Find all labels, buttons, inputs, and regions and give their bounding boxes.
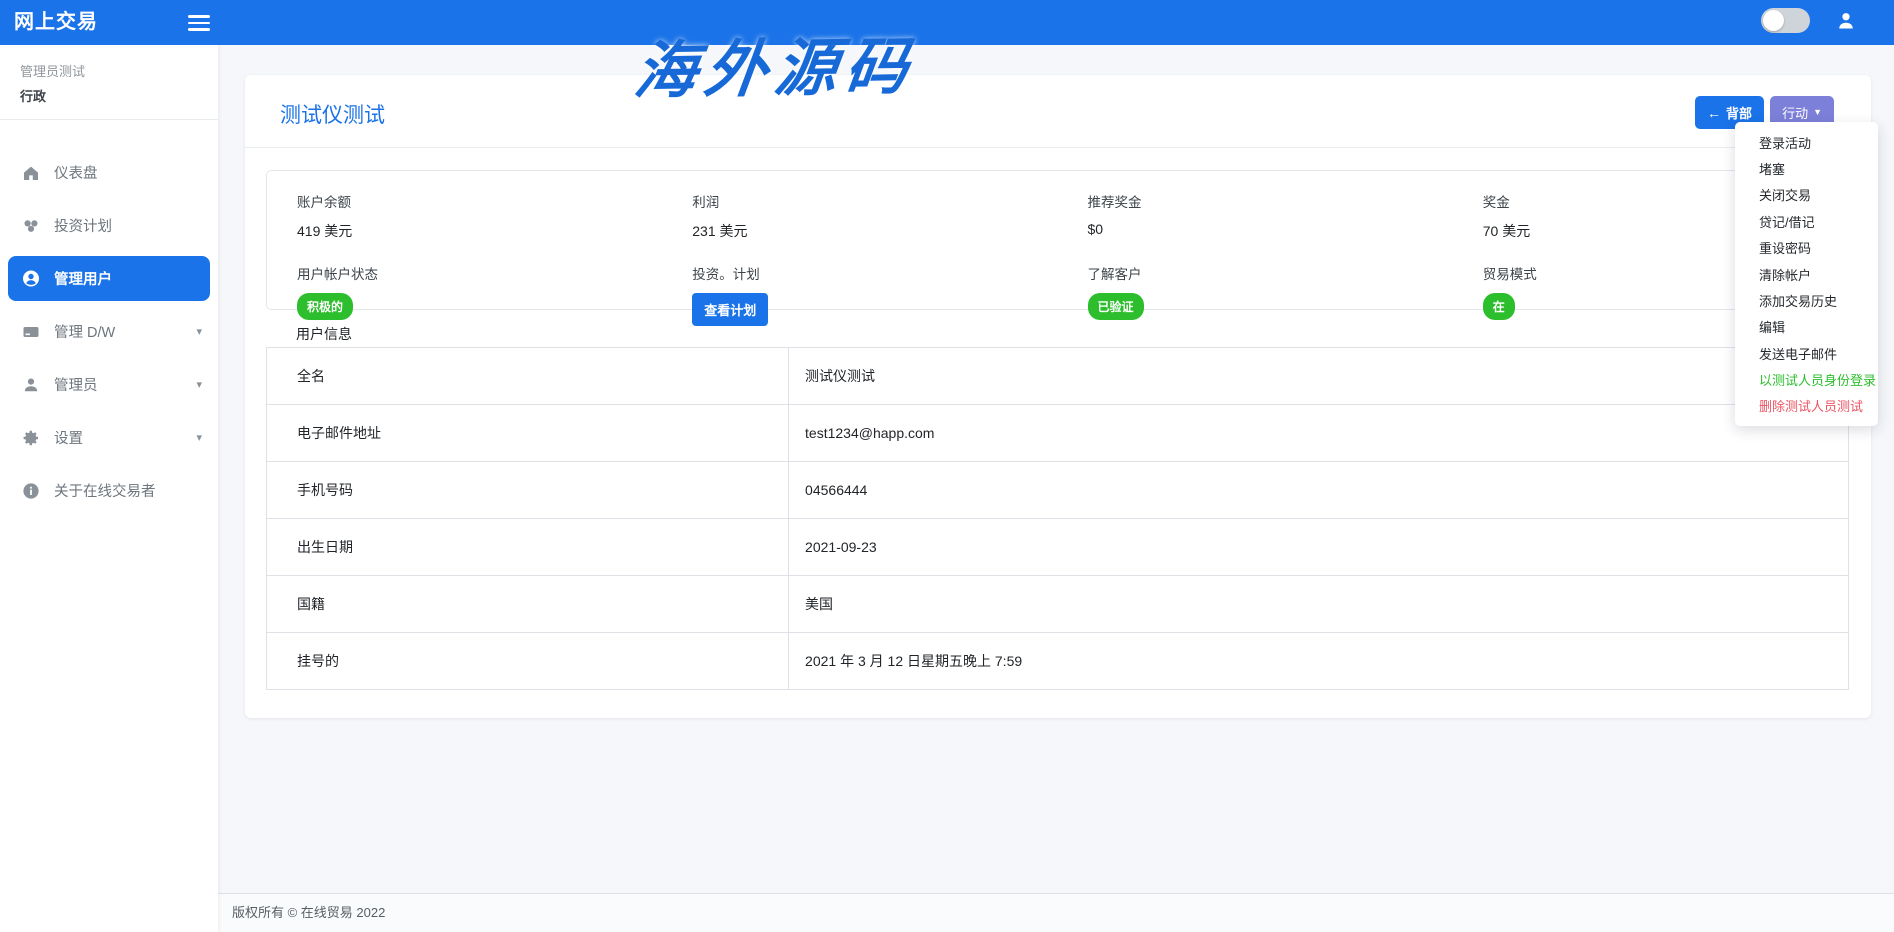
- admin-icon: [22, 376, 40, 394]
- row-value: 04566444: [789, 462, 1849, 519]
- deposits-icon: [22, 323, 40, 341]
- row-value: 测试仪测试: [789, 348, 1849, 405]
- table-row: 出生日期 2021-09-23: [267, 519, 1849, 576]
- table-row: 国籍 美国: [267, 576, 1849, 633]
- stat-label: 账户余额: [297, 191, 662, 211]
- stat-balance: 账户余额 419 美元: [267, 191, 662, 241]
- table-row: 全名 测试仪测试: [267, 348, 1849, 405]
- info-icon: [22, 482, 40, 500]
- card-header: 测试仪测试 ← 背部 行动 ▼: [245, 75, 1871, 148]
- row-label: 手机号码: [267, 462, 789, 519]
- row-value: 2021 年 3 月 12 日星期五晚上 7:59: [789, 633, 1849, 690]
- sidebar-profile: 管理员测试 行政: [0, 45, 218, 120]
- row-value: test1234@happ.com: [789, 405, 1849, 462]
- back-arrow-icon: ←: [1707, 106, 1721, 120]
- status-badge: 积极的: [297, 293, 353, 320]
- menu-item-clear-account[interactable]: 清除帐户: [1735, 261, 1878, 287]
- user-detail-card: 测试仪测试 ← 背部 行动 ▼ 账户余额 419 美元 利润: [245, 75, 1871, 718]
- sidebar-item-manage-users[interactable]: 管理用户: [8, 256, 210, 301]
- sidebar-item-admins[interactable]: 管理员 ▾: [0, 358, 218, 411]
- sidebar-menu: 仪表盘 投资计划 管理用户 管理 D/W ▾ 管理员 ▾: [0, 120, 218, 517]
- top-navbar: 网上交易: [0, 0, 1894, 45]
- actions-dropdown-menu: 登录活动 堵塞 关闭交易 贷记/借记 重设密码 清除帐户 添加交易历史 编辑 发…: [1735, 122, 1878, 426]
- view-plans-button[interactable]: 查看计划: [692, 293, 768, 326]
- sidebar-item-label: 设置: [54, 427, 196, 448]
- stat-label: 用户帐户状态: [297, 263, 662, 283]
- sidebar-item-label: 管理 D/W: [54, 321, 196, 342]
- stat-label: 了解客户: [1088, 263, 1453, 283]
- stat-value: $0: [1088, 221, 1453, 237]
- sidebar-item-label: 管理员: [54, 374, 196, 395]
- menu-item-reset-password[interactable]: 重设密码: [1735, 235, 1878, 261]
- sidebar-item-about[interactable]: 关于在线交易者: [0, 464, 218, 517]
- menu-item-login-activity[interactable]: 登录活动: [1735, 129, 1878, 155]
- sidebar-item-label: 管理用户: [54, 268, 194, 289]
- stat-label: 投资。计划: [692, 263, 1057, 283]
- toggle-knob: [1763, 10, 1784, 31]
- theme-toggle[interactable]: [1761, 8, 1810, 33]
- stat-referral-bonus: 推荐奖金 $0: [1058, 191, 1453, 241]
- menu-item-block[interactable]: 堵塞: [1735, 155, 1878, 181]
- row-label: 国籍: [267, 576, 789, 633]
- row-label: 挂号的: [267, 633, 789, 690]
- menu-item-send-email[interactable]: 发送电子邮件: [1735, 340, 1878, 366]
- stat-account-status: 用户帐户状态 积极的: [267, 263, 662, 326]
- page-title: 测试仪测试: [280, 99, 385, 129]
- stat-label: 推荐奖金: [1088, 191, 1453, 211]
- home-icon: [22, 164, 40, 182]
- stat-investment-plan: 投资。计划 查看计划: [662, 263, 1057, 326]
- chevron-down-icon: ▾: [196, 325, 202, 338]
- profile-name: 管理员测试: [20, 61, 198, 80]
- chevron-down-icon: ▾: [196, 378, 202, 391]
- sidebar-item-manage-dw[interactable]: 管理 D/W ▾: [0, 305, 218, 358]
- plans-icon: [22, 217, 40, 235]
- footer: 版权所有 © 在线贸易 2022: [218, 893, 1894, 932]
- sidebar-item-dashboard[interactable]: 仪表盘: [0, 146, 218, 199]
- row-label: 电子邮件地址: [267, 405, 789, 462]
- menu-item-close-trades[interactable]: 关闭交易: [1735, 182, 1878, 208]
- copyright-text: 版权所有 © 在线贸易 2022: [232, 905, 385, 920]
- user-circle-icon: [22, 270, 40, 288]
- account-stats-box: 账户余额 419 美元 利润 231 美元 推荐奖金 $0 奖金 70 美元: [266, 170, 1849, 310]
- menu-item-add-trade-history[interactable]: 添加交易历史: [1735, 287, 1878, 313]
- trade-mode-badge: 在: [1483, 293, 1515, 320]
- table-row: 手机号码 04566444: [267, 462, 1849, 519]
- stat-value: 231 美元: [692, 221, 1057, 241]
- table-row: 电子邮件地址 test1234@happ.com: [267, 405, 1849, 462]
- menu-item-credit-debit[interactable]: 贷记/借记: [1735, 208, 1878, 234]
- profile-role: 行政: [20, 86, 198, 105]
- sidebar-item-label: 仪表盘: [54, 162, 202, 183]
- stat-label: 利润: [692, 191, 1057, 211]
- actions-button-label: 行动: [1782, 103, 1808, 122]
- row-label: 全名: [267, 348, 789, 405]
- kyc-badge: 已验证: [1088, 293, 1144, 320]
- menu-item-delete-user[interactable]: 删除测试人员测试: [1735, 393, 1878, 419]
- hamburger-menu-icon[interactable]: [188, 11, 210, 33]
- main-content: 测试仪测试 ← 背部 行动 ▼ 账户余额 419 美元 利润: [218, 45, 1894, 932]
- chevron-down-icon: ▾: [196, 431, 202, 444]
- user-icon[interactable]: [1836, 11, 1856, 31]
- stat-profit: 利润 231 美元: [662, 191, 1057, 241]
- sidebar-item-label: 关于在线交易者: [54, 480, 202, 501]
- user-info-table: 全名 测试仪测试 电子邮件地址 test1234@happ.com 手机号码 0…: [266, 347, 1849, 690]
- row-label: 出生日期: [267, 519, 789, 576]
- stat-value: 419 美元: [297, 221, 662, 241]
- menu-item-edit[interactable]: 编辑: [1735, 314, 1878, 340]
- sidebar-item-label: 投资计划: [54, 215, 202, 236]
- sidebar: 管理员测试 行政 仪表盘 投资计划 管理用户 管理 D/W: [0, 45, 218, 932]
- app-brand: 网上交易: [14, 0, 98, 45]
- user-info-section-title: 用户信息: [296, 324, 352, 344]
- menu-item-login-as-user[interactable]: 以测试人员身份登录: [1735, 366, 1878, 392]
- row-value: 2021-09-23: [789, 519, 1849, 576]
- table-row: 挂号的 2021 年 3 月 12 日星期五晚上 7:59: [267, 633, 1849, 690]
- caret-down-icon: ▼: [1813, 108, 1822, 117]
- sidebar-item-investment-plans[interactable]: 投资计划: [0, 199, 218, 252]
- row-value: 美国: [789, 576, 1849, 633]
- stat-kyc: 了解客户 已验证: [1058, 263, 1453, 326]
- back-button-label: 背部: [1726, 103, 1752, 122]
- sidebar-item-settings[interactable]: 设置 ▾: [0, 411, 218, 464]
- gear-icon: [22, 429, 40, 447]
